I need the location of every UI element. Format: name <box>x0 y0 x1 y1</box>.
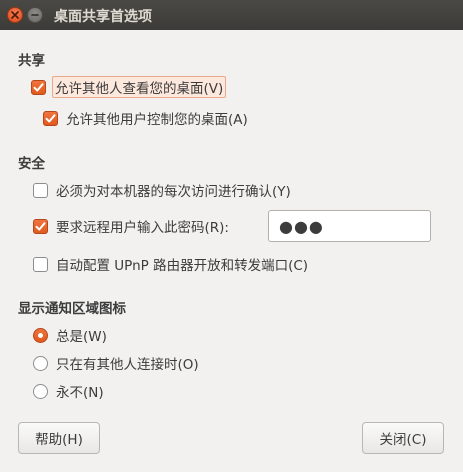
help-button[interactable]: 帮助(H) <box>18 422 100 454</box>
checkmark-icon <box>45 113 56 122</box>
notify-connected-label: 只在有其他人连接时(O) <box>56 357 199 373</box>
notify-always-radio[interactable] <box>33 327 48 343</box>
require-password-row[interactable]: 要求远程用户输入此密码(R): <box>33 215 229 237</box>
close-icon <box>11 11 19 19</box>
close-button[interactable]: 关闭(C) <box>362 422 444 454</box>
notify-always-row[interactable]: 总是(W) <box>33 324 107 346</box>
checkmark-icon <box>33 82 44 91</box>
section-heading-security: 安全 <box>18 156 45 172</box>
notify-never-row[interactable]: 永不(N) <box>33 380 104 402</box>
checkmark-icon <box>35 221 46 230</box>
window-close-button[interactable] <box>7 7 23 23</box>
notify-connected-row[interactable]: 只在有其他人连接时(O) <box>33 352 199 374</box>
require-password-label: 要求远程用户输入此密码(R): <box>56 220 229 236</box>
confirm-access-row[interactable]: 必须为对本机器的每次访问进行确认(Y) <box>33 179 291 201</box>
allow-control-row[interactable]: 允许其他用户控制您的桌面(A) <box>43 107 248 129</box>
upnp-label: 自动配置 UPnP 路由器开放和转发端口(C) <box>56 258 309 274</box>
confirm-access-label: 必须为对本机器的每次访问进行确认(Y) <box>56 184 291 200</box>
notify-always-label: 总是(W) <box>56 329 107 345</box>
allow-control-label: 允许其他用户控制您的桌面(A) <box>66 112 248 128</box>
preferences-window: 桌面共享首选项 共享 允许其他人查看您的桌面(V) 允许其他用户控制您的桌面(A… <box>0 0 463 472</box>
password-input[interactable]: ●●● <box>268 210 431 242</box>
upnp-checkbox[interactable] <box>33 256 48 272</box>
require-password-checkbox[interactable] <box>33 218 48 234</box>
allow-view-checkbox[interactable] <box>31 79 46 95</box>
notify-never-radio[interactable] <box>33 383 48 399</box>
notify-connected-radio[interactable] <box>33 355 48 371</box>
radio-dot-icon <box>38 332 43 338</box>
window-title: 桌面共享首选项 <box>54 9 152 25</box>
allow-control-checkbox[interactable] <box>43 110 58 126</box>
title-bar: 桌面共享首选项 <box>0 0 463 30</box>
window-minimize-button[interactable] <box>27 7 43 23</box>
notify-never-label: 永不(N) <box>56 385 104 401</box>
minimize-icon <box>31 14 39 16</box>
allow-view-label: 允许其他人查看您的桌面(V) <box>52 76 227 98</box>
section-heading-notification: 显示通知区域图标 <box>18 301 126 317</box>
upnp-row[interactable]: 自动配置 UPnP 路由器开放和转发端口(C) <box>33 253 308 275</box>
allow-view-row[interactable]: 允许其他人查看您的桌面(V) <box>31 76 227 98</box>
confirm-access-checkbox[interactable] <box>33 182 48 198</box>
section-heading-sharing: 共享 <box>18 53 45 69</box>
